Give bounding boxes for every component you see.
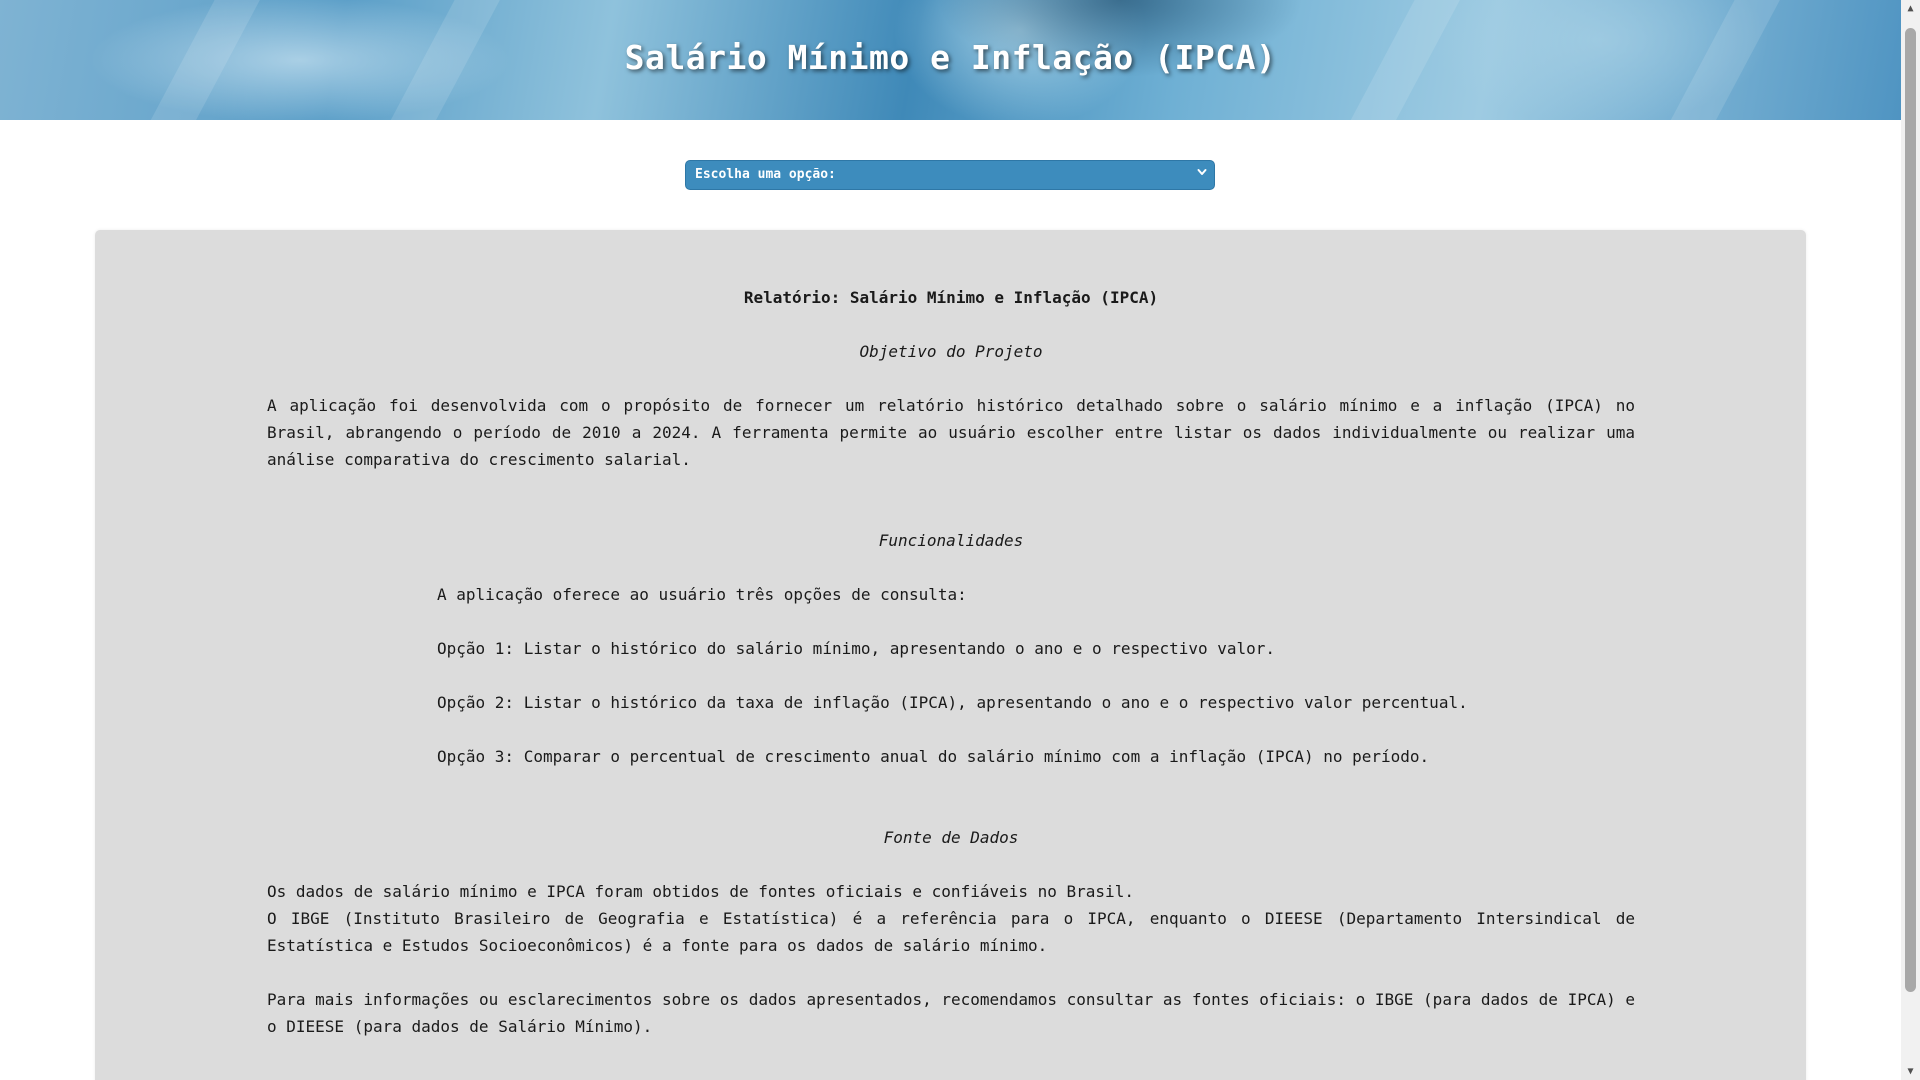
report-content: Relatório: Salário Mínimo e Inflação (IP… <box>267 284 1635 1040</box>
header-banner: Salário Mínimo e Inflação (IPCA) <box>0 0 1901 120</box>
feature-option-1: Opção 1: Listar o histórico do salário m… <box>437 639 1276 658</box>
chevron-down-icon[interactable] <box>1197 167 1207 177</box>
page: Salário Mínimo e Inflação (IPCA) Escolha… <box>0 0 1920 1080</box>
feature-option-2: Opção 2: Listar o histórico da taxa de i… <box>437 693 1468 712</box>
option-select-wrapper: Escolha uma opção: <box>685 160 1215 190</box>
page-title: Salário Mínimo e Inflação (IPCA) <box>624 38 1277 77</box>
feature-option-3: Opção 3: Comparar o percentual de cresci… <box>437 747 1430 766</box>
report-panel: Relatório: Salário Mínimo e Inflação (IP… <box>95 230 1806 1080</box>
scroll-thumb[interactable] <box>1905 28 1916 992</box>
report-title: Relatório: Salário Mínimo e Inflação (IP… <box>743 288 1159 307</box>
sources-line-2: O IBGE (Instituto Brasileiro de Geografi… <box>267 909 1635 955</box>
sources-line-1: Os dados de salário mínimo e IPCA foram … <box>267 882 1134 901</box>
features-intro: A aplicação oferece ao usuário três opçõ… <box>437 585 967 604</box>
features-heading: Funcionalidades <box>878 531 1024 550</box>
option-select-value: Escolha uma opção: <box>695 167 836 182</box>
option-select[interactable]: Escolha uma opção: <box>685 160 1215 190</box>
vertical-scrollbar[interactable]: ▲ ▼ <box>1901 0 1920 1080</box>
scroll-up-arrow-icon[interactable]: ▲ <box>1901 0 1920 17</box>
scroll-down-arrow-icon[interactable]: ▼ <box>1901 1063 1920 1080</box>
objective-heading: Objetivo do Projeto <box>859 342 1043 361</box>
objective-text: A aplicação foi desenvolvida com o propó… <box>267 396 1635 469</box>
sources-more-info: Para mais informações ou esclarecimentos… <box>267 990 1635 1036</box>
sources-heading: Fonte de Dados <box>883 828 1019 847</box>
